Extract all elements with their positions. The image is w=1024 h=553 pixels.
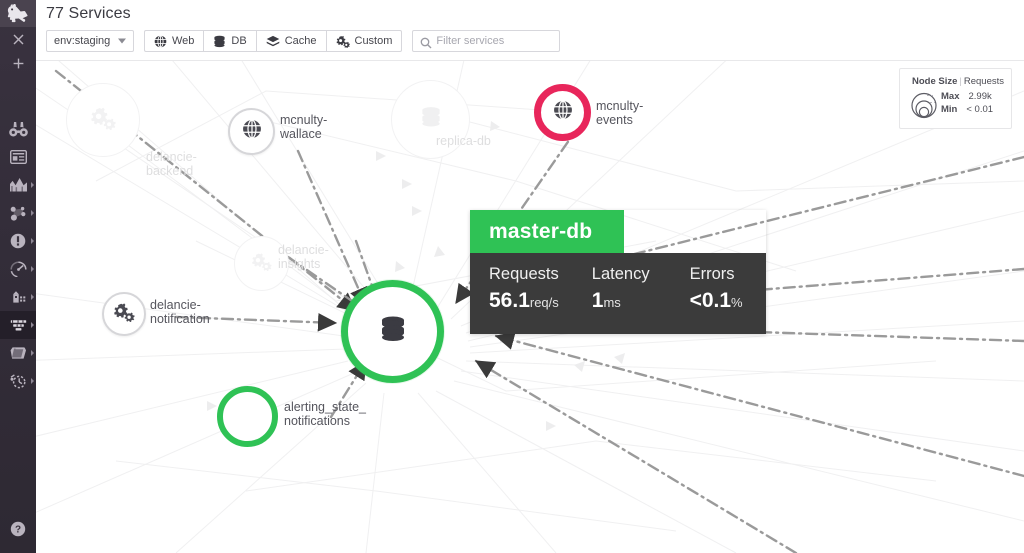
gears-icon — [336, 35, 350, 48]
node-label: mcnulty- events — [596, 99, 644, 127]
metric-errors: Errors <0.1% — [650, 265, 743, 313]
node-circle[interactable] — [534, 84, 591, 141]
search-box[interactable] — [412, 30, 561, 54]
chevron-right-icon — [31, 294, 34, 300]
metric-latency: Latency 1ms — [559, 265, 650, 313]
legend-title: Node Size | Requests — [900, 76, 1011, 87]
layers-icon — [266, 35, 280, 48]
node-label: delancie- backend — [146, 150, 197, 178]
sidebar-item-infrastructure[interactable] — [0, 283, 36, 311]
sidebar-item-synthetics[interactable] — [0, 255, 36, 283]
env-select[interactable]: env:staging — [46, 30, 134, 52]
metric-label: Latency — [591, 265, 650, 283]
metric-value: 1ms — [592, 289, 650, 313]
page-title: 77 Services — [46, 5, 131, 22]
concentric-circles-icon — [909, 89, 939, 124]
metric-label: Errors — [689, 265, 735, 283]
legend-title-label: Node Size — [912, 76, 958, 87]
metric-requests: Requests 56.1req/s — [470, 265, 559, 313]
filter-custom-label: Custom — [354, 35, 393, 47]
sidebar: ? — [0, 0, 36, 553]
sidebar-item-metrics[interactable] — [0, 171, 36, 199]
env-select-value: env:staging — [54, 35, 111, 47]
chevron-right-icon — [31, 238, 34, 244]
globe-icon — [242, 119, 262, 144]
database-icon — [379, 315, 407, 348]
tooltip-header: master-db — [470, 210, 624, 253]
node-circle[interactable] — [102, 292, 146, 336]
filter-web-button[interactable]: Web — [144, 30, 204, 52]
node-label: replica-db — [436, 134, 491, 148]
node-size-legend: Node Size | Requests Max 2.99k Min < 0.01 — [899, 68, 1012, 129]
globe-icon — [154, 34, 167, 48]
filter-db-button[interactable]: DB — [203, 30, 256, 52]
search-input[interactable] — [413, 31, 560, 51]
node-circle[interactable] — [228, 108, 275, 155]
filter-cache-label: Cache — [284, 35, 317, 47]
metric-label: Requests — [489, 265, 559, 283]
node-label: alerting_state_ notifications — [284, 400, 367, 428]
metric-number: <0.1 — [689, 289, 732, 312]
sidebar-item-profiler[interactable] — [0, 367, 36, 395]
chevron-right-icon — [31, 322, 34, 328]
legend-title-metric: Requests — [963, 76, 1005, 87]
chevron-down-icon — [118, 38, 126, 44]
header: 77 Services env:staging Web DB Cache Cus… — [36, 0, 1024, 61]
filter-web-label: Web — [172, 35, 195, 47]
legend-rows: Max 2.99k Min < 0.01 — [900, 90, 1011, 122]
filter-db-label: DB — [231, 35, 247, 47]
node-label: delancie- notification — [150, 298, 210, 326]
toolbar: env:staging Web DB Cache Custom Filter s… — [46, 30, 561, 54]
legend-row-label: Min — [941, 104, 958, 115]
metric-value: <0.1% — [690, 289, 743, 313]
svg-text:?: ? — [15, 525, 21, 536]
metric-unit: ms — [603, 295, 621, 310]
service-map-canvas[interactable]: delancie- backend replica-db delancie- i… — [36, 61, 1024, 553]
database-icon — [213, 35, 226, 48]
datadog-dog-logo[interactable] — [0, 0, 36, 27]
metric-unit: req/s — [529, 295, 559, 310]
database-icon — [420, 106, 442, 133]
chevron-right-icon — [31, 210, 34, 216]
filter-custom-button[interactable]: Custom — [325, 30, 403, 52]
sidebar-item-monitors[interactable] — [0, 227, 36, 255]
chevron-right-icon — [31, 378, 34, 384]
service-map-app: ? 77 Services env:staging Web DB Cache C… — [0, 0, 1024, 553]
node-circle[interactable] — [66, 83, 140, 157]
gears-icon — [90, 106, 116, 135]
chevron-right-icon — [31, 182, 34, 188]
legend-row-value: 2.99k — [968, 91, 992, 102]
gears-icon — [113, 302, 135, 327]
chevron-right-icon — [31, 266, 34, 272]
legend-row-label: Max — [941, 91, 960, 102]
sidebar-item-watchdog[interactable] — [0, 115, 36, 143]
metric-value: 56.1req/s — [489, 289, 559, 313]
sidebar-item-apm[interactable] — [0, 311, 36, 339]
gears-icon — [251, 252, 272, 276]
sidebar-add-button[interactable] — [0, 51, 36, 75]
sidebar-item-dashboards[interactable] — [0, 143, 36, 171]
legend-row-max: Max 2.99k — [941, 91, 993, 102]
chevron-right-icon — [31, 350, 34, 356]
sidebar-close-button[interactable] — [0, 27, 36, 51]
legend-row-value: < 0.01 — [966, 104, 994, 115]
search-icon — [420, 36, 432, 54]
globe-icon — [553, 100, 573, 125]
node-label: delancie- insights — [278, 243, 329, 271]
tooltip-service-name: master-db — [489, 219, 593, 243]
metric-number: 1 — [591, 289, 604, 312]
metric-unit: % — [731, 295, 743, 310]
node-circle[interactable] — [341, 280, 444, 383]
node-label: mcnulty- wallace — [280, 113, 328, 141]
service-tooltip: master-db Requests 56.1req/s Latency 1ms… — [470, 210, 766, 334]
sidebar-item-logs[interactable] — [0, 339, 36, 367]
node-circle[interactable] — [217, 386, 278, 447]
service-type-filter-group: Web DB Cache Custom — [144, 30, 403, 52]
metric-number: 56.1 — [489, 289, 530, 312]
sidebar-item-integrations[interactable] — [0, 199, 36, 227]
tooltip-body: Requests 56.1req/s Latency 1ms Errors <0… — [470, 253, 766, 334]
sidebar-help-button[interactable]: ? — [0, 515, 36, 543]
filter-cache-button[interactable]: Cache — [255, 30, 326, 52]
legend-row-min: Min < 0.01 — [941, 104, 994, 115]
